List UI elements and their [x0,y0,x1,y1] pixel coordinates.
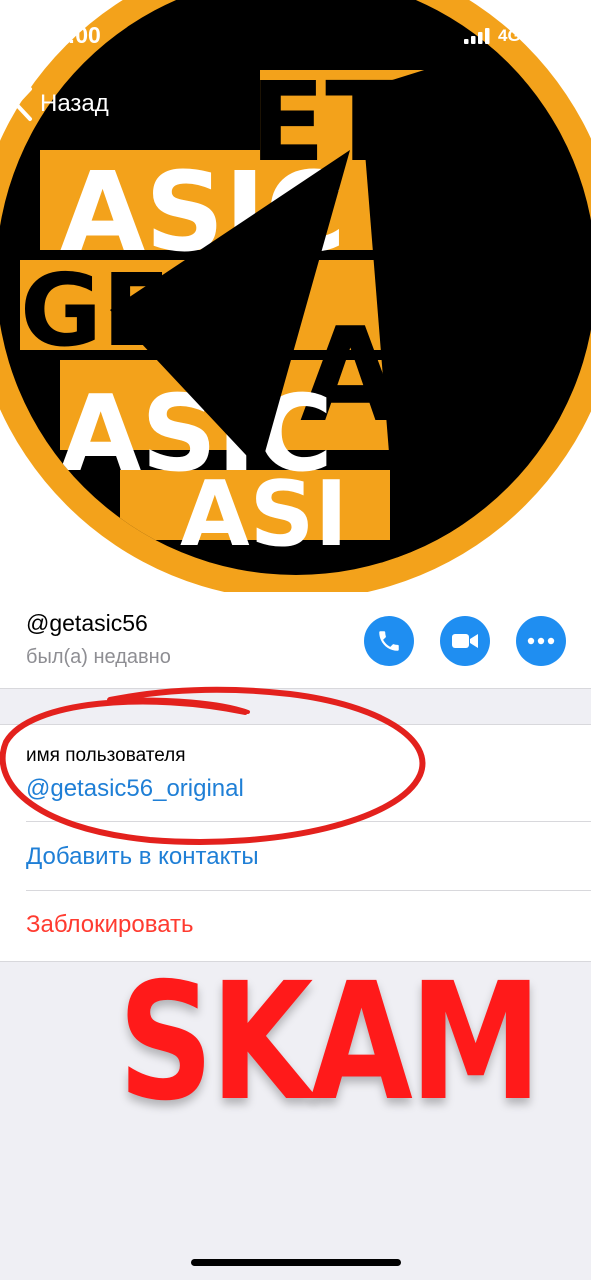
phone-icon [379,631,399,651]
back-button[interactable]: Назад [12,84,109,124]
more-dots-icon [527,637,555,645]
chevron-left-icon [14,87,32,121]
svg-text:ASI: ASI [180,462,348,567]
status-time: 10:00 [42,22,101,48]
back-label: Назад [40,90,109,117]
username-label: имя пользователя [26,745,186,766]
username-value[interactable]: @getasic56_original [26,775,244,803]
battery-icon [532,27,567,45]
status-bar: 10:00 4G [0,0,591,70]
last-seen-status: был(а) недавно [26,646,171,668]
info-section: имя пользователя @getasic56_original Доб… [0,724,591,962]
network-type: 4G [498,26,521,45]
profile-name: @getasic56 [26,610,148,636]
signal-icon [464,28,490,44]
add-contact-button[interactable]: Добавить в контакты [26,843,259,871]
block-user-button[interactable]: Заблокировать [26,911,194,939]
video-camera-icon [452,634,478,648]
divider [26,890,591,891]
more-button[interactable] [516,616,566,666]
home-indicator[interactable] [191,1259,401,1266]
profile-header: @getasic56 был(а) недавно [0,592,591,689]
scam-warning-text: SKAM [118,949,542,1137]
video-call-button[interactable] [440,616,490,666]
call-button[interactable] [364,616,414,666]
divider [26,821,591,822]
